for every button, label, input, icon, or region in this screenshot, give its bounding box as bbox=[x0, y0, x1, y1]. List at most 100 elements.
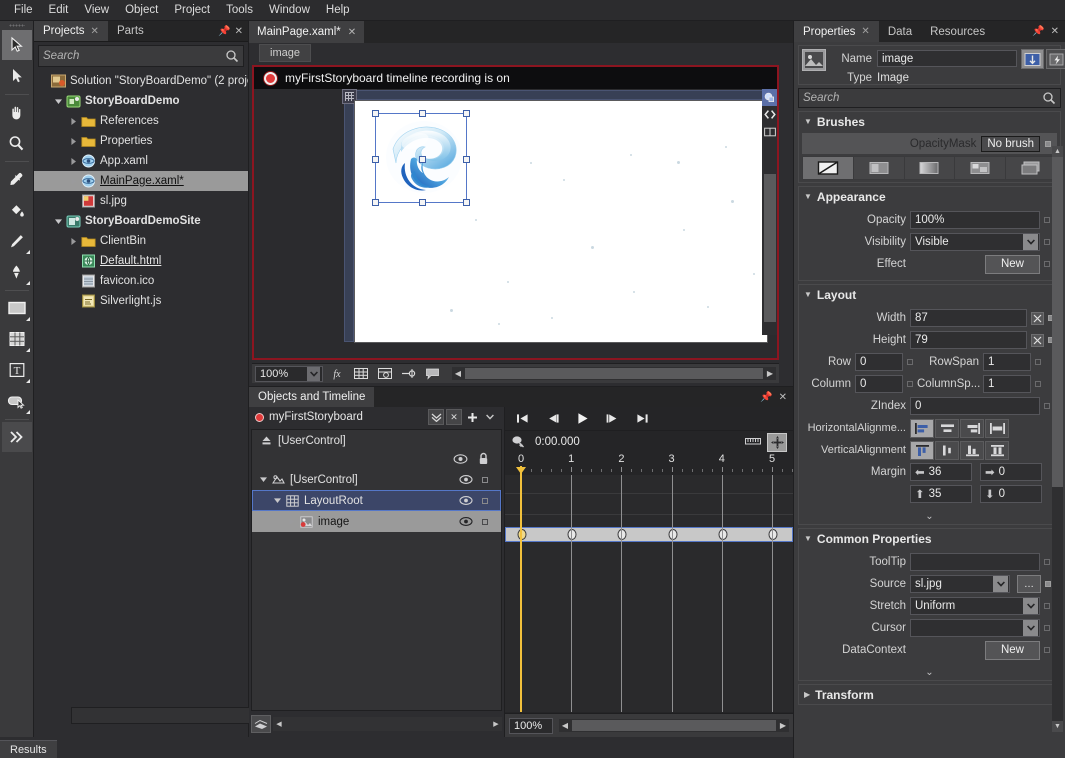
height-input[interactable]: 79 bbox=[910, 331, 1027, 349]
project-tree-item[interactable]: StoryBoardDemo bbox=[34, 91, 248, 111]
eye-icon[interactable] bbox=[458, 516, 473, 527]
chevron-right-icon[interactable]: ▶ bbox=[804, 690, 810, 699]
zoom-level-combo[interactable]: 100% bbox=[255, 365, 323, 382]
align-left-icon[interactable] bbox=[910, 418, 934, 438]
pin-icon[interactable]: 📌 bbox=[218, 26, 230, 37]
menu-item-file[interactable]: File bbox=[6, 0, 41, 20]
tile-brush-icon[interactable] bbox=[955, 157, 1007, 179]
paint-bucket-tool[interactable] bbox=[2, 195, 32, 225]
scroll-thumb[interactable] bbox=[572, 720, 776, 731]
rowspan-input[interactable]: 1 bbox=[983, 353, 1031, 371]
chevron-down-icon[interactable]: ▼ bbox=[804, 534, 812, 543]
name-input[interactable]: image bbox=[877, 50, 1017, 67]
margin-top-input[interactable]: ⬆ 35 bbox=[910, 485, 972, 503]
properties-search[interactable] bbox=[798, 88, 1061, 108]
tab-data[interactable]: Data bbox=[879, 21, 921, 42]
project-tree-item[interactable]: MainPage.xaml* bbox=[34, 171, 248, 191]
timeline-grid[interactable] bbox=[505, 475, 793, 712]
tab-resources[interactable]: Resources bbox=[921, 21, 994, 42]
section-transform-header[interactable]: ▶ Transform bbox=[799, 685, 1060, 704]
project-search-input[interactable] bbox=[43, 50, 225, 62]
source-combo[interactable]: sl.jpg bbox=[910, 575, 1010, 593]
artboard-horizontal-scrollbar[interactable]: ◀ ▶ bbox=[452, 367, 776, 380]
chevron-down-icon[interactable] bbox=[1023, 620, 1038, 636]
scroll-left-icon[interactable]: ◀ bbox=[273, 720, 285, 728]
rectangle-tool[interactable] bbox=[2, 293, 32, 323]
properties-search-input[interactable] bbox=[803, 92, 1042, 104]
chevron-right-icon[interactable] bbox=[67, 137, 80, 146]
advanced-options-icon[interactable] bbox=[1044, 403, 1050, 409]
project-tree-item[interactable]: ClientBin bbox=[34, 231, 248, 251]
show-grid-icon[interactable] bbox=[350, 365, 371, 382]
tab-mainpage-xaml[interactable]: MainPage.xaml* ✕ bbox=[249, 21, 365, 43]
keyframe-marker[interactable] bbox=[718, 529, 728, 540]
split-view-icon[interactable] bbox=[762, 123, 777, 140]
advanced-options-icon[interactable] bbox=[1035, 381, 1041, 387]
scroll-thumb[interactable] bbox=[1052, 157, 1063, 487]
chevron-down-icon[interactable] bbox=[993, 576, 1008, 592]
tooltip-input[interactable] bbox=[910, 553, 1040, 571]
artboard-container[interactable] bbox=[254, 89, 777, 358]
pin-icon[interactable]: 📌 bbox=[760, 392, 772, 403]
scroll-thumb[interactable] bbox=[764, 174, 776, 322]
step-back-icon[interactable] bbox=[543, 411, 561, 427]
pin-icon[interactable]: 📌 bbox=[1032, 26, 1044, 37]
keyframe-marker[interactable] bbox=[668, 529, 678, 540]
tab-projects[interactable]: Projects ✕ bbox=[34, 21, 108, 41]
breadcrumb-item-image[interactable]: image bbox=[259, 44, 311, 62]
section-common-header[interactable]: ▼ Common Properties bbox=[799, 529, 1060, 548]
grid-tool[interactable] bbox=[2, 324, 32, 354]
lock-toggle-icon[interactable] bbox=[478, 518, 491, 525]
section-appearance-header[interactable]: ▼ Appearance bbox=[799, 187, 1060, 206]
margin-bottom-input[interactable]: ⬇ 0 bbox=[980, 485, 1042, 503]
artboard[interactable] bbox=[355, 101, 767, 342]
auto-size-height-icon[interactable] bbox=[1031, 333, 1044, 347]
margin-right-input[interactable]: ➡ 0 bbox=[980, 463, 1042, 481]
grid-rail-left[interactable] bbox=[344, 101, 354, 342]
chevron-down-icon[interactable]: ▼ bbox=[804, 117, 812, 126]
align-stretch-icon[interactable] bbox=[985, 418, 1009, 438]
effect-new-button[interactable]: New bbox=[985, 254, 1040, 274]
project-tree-item[interactable]: References bbox=[34, 111, 248, 131]
grid-rail-top[interactable] bbox=[355, 90, 767, 100]
xaml-view-icon[interactable] bbox=[762, 106, 777, 123]
advanced-options-icon[interactable] bbox=[1044, 217, 1050, 223]
tab-results[interactable]: Results bbox=[0, 740, 57, 758]
step-forward-icon[interactable] bbox=[603, 411, 621, 427]
chevron-down-icon[interactable] bbox=[1023, 598, 1038, 614]
align-vstretch-icon[interactable] bbox=[985, 440, 1009, 460]
button-tool[interactable] bbox=[2, 386, 32, 416]
resize-handle-s[interactable] bbox=[419, 199, 426, 206]
chevron-right-icon[interactable] bbox=[67, 117, 80, 126]
gradient-brush-icon[interactable] bbox=[905, 157, 956, 179]
datacontext-new-button[interactable]: New bbox=[985, 640, 1040, 660]
chevron-right-icon[interactable] bbox=[67, 177, 80, 186]
eye-icon[interactable] bbox=[458, 495, 473, 506]
visibility-combo[interactable]: Visible bbox=[910, 233, 1040, 251]
object-tree-item[interactable]: LayoutRoot bbox=[252, 490, 501, 511]
columnspan-input[interactable]: 1 bbox=[983, 375, 1031, 393]
artboard-vertical-scrollbar[interactable] bbox=[764, 174, 776, 322]
scroll-right-icon[interactable]: ▶ bbox=[490, 720, 502, 728]
column-input[interactable]: 0 bbox=[855, 375, 903, 393]
advanced-options-icon[interactable] bbox=[1045, 581, 1051, 587]
chevron-down-icon[interactable] bbox=[307, 366, 320, 381]
scroll-right-icon[interactable]: ▶ bbox=[764, 369, 776, 378]
resize-handle-se[interactable] bbox=[463, 199, 470, 206]
pan-tool[interactable] bbox=[2, 97, 32, 127]
menu-item-tools[interactable]: Tools bbox=[218, 0, 261, 20]
project-search[interactable] bbox=[38, 45, 244, 67]
chevron-down-icon[interactable] bbox=[52, 217, 65, 226]
opacitymask-row[interactable]: OpacityMask No brush bbox=[802, 133, 1057, 154]
play-icon[interactable] bbox=[573, 411, 591, 427]
row-input[interactable]: 0 bbox=[855, 353, 903, 371]
close-icon[interactable]: ✕ bbox=[91, 26, 99, 37]
new-storyboard-icon[interactable] bbox=[464, 409, 480, 425]
keyframe-marker[interactable] bbox=[567, 529, 577, 540]
menu-item-view[interactable]: View bbox=[76, 0, 117, 20]
auto-size-width-icon[interactable] bbox=[1031, 311, 1044, 325]
playhead[interactable] bbox=[520, 475, 522, 712]
chevron-down-icon[interactable] bbox=[52, 97, 65, 106]
keyframe-band[interactable] bbox=[505, 527, 793, 542]
expand-common-icon[interactable]: ⌄ bbox=[799, 666, 1060, 680]
